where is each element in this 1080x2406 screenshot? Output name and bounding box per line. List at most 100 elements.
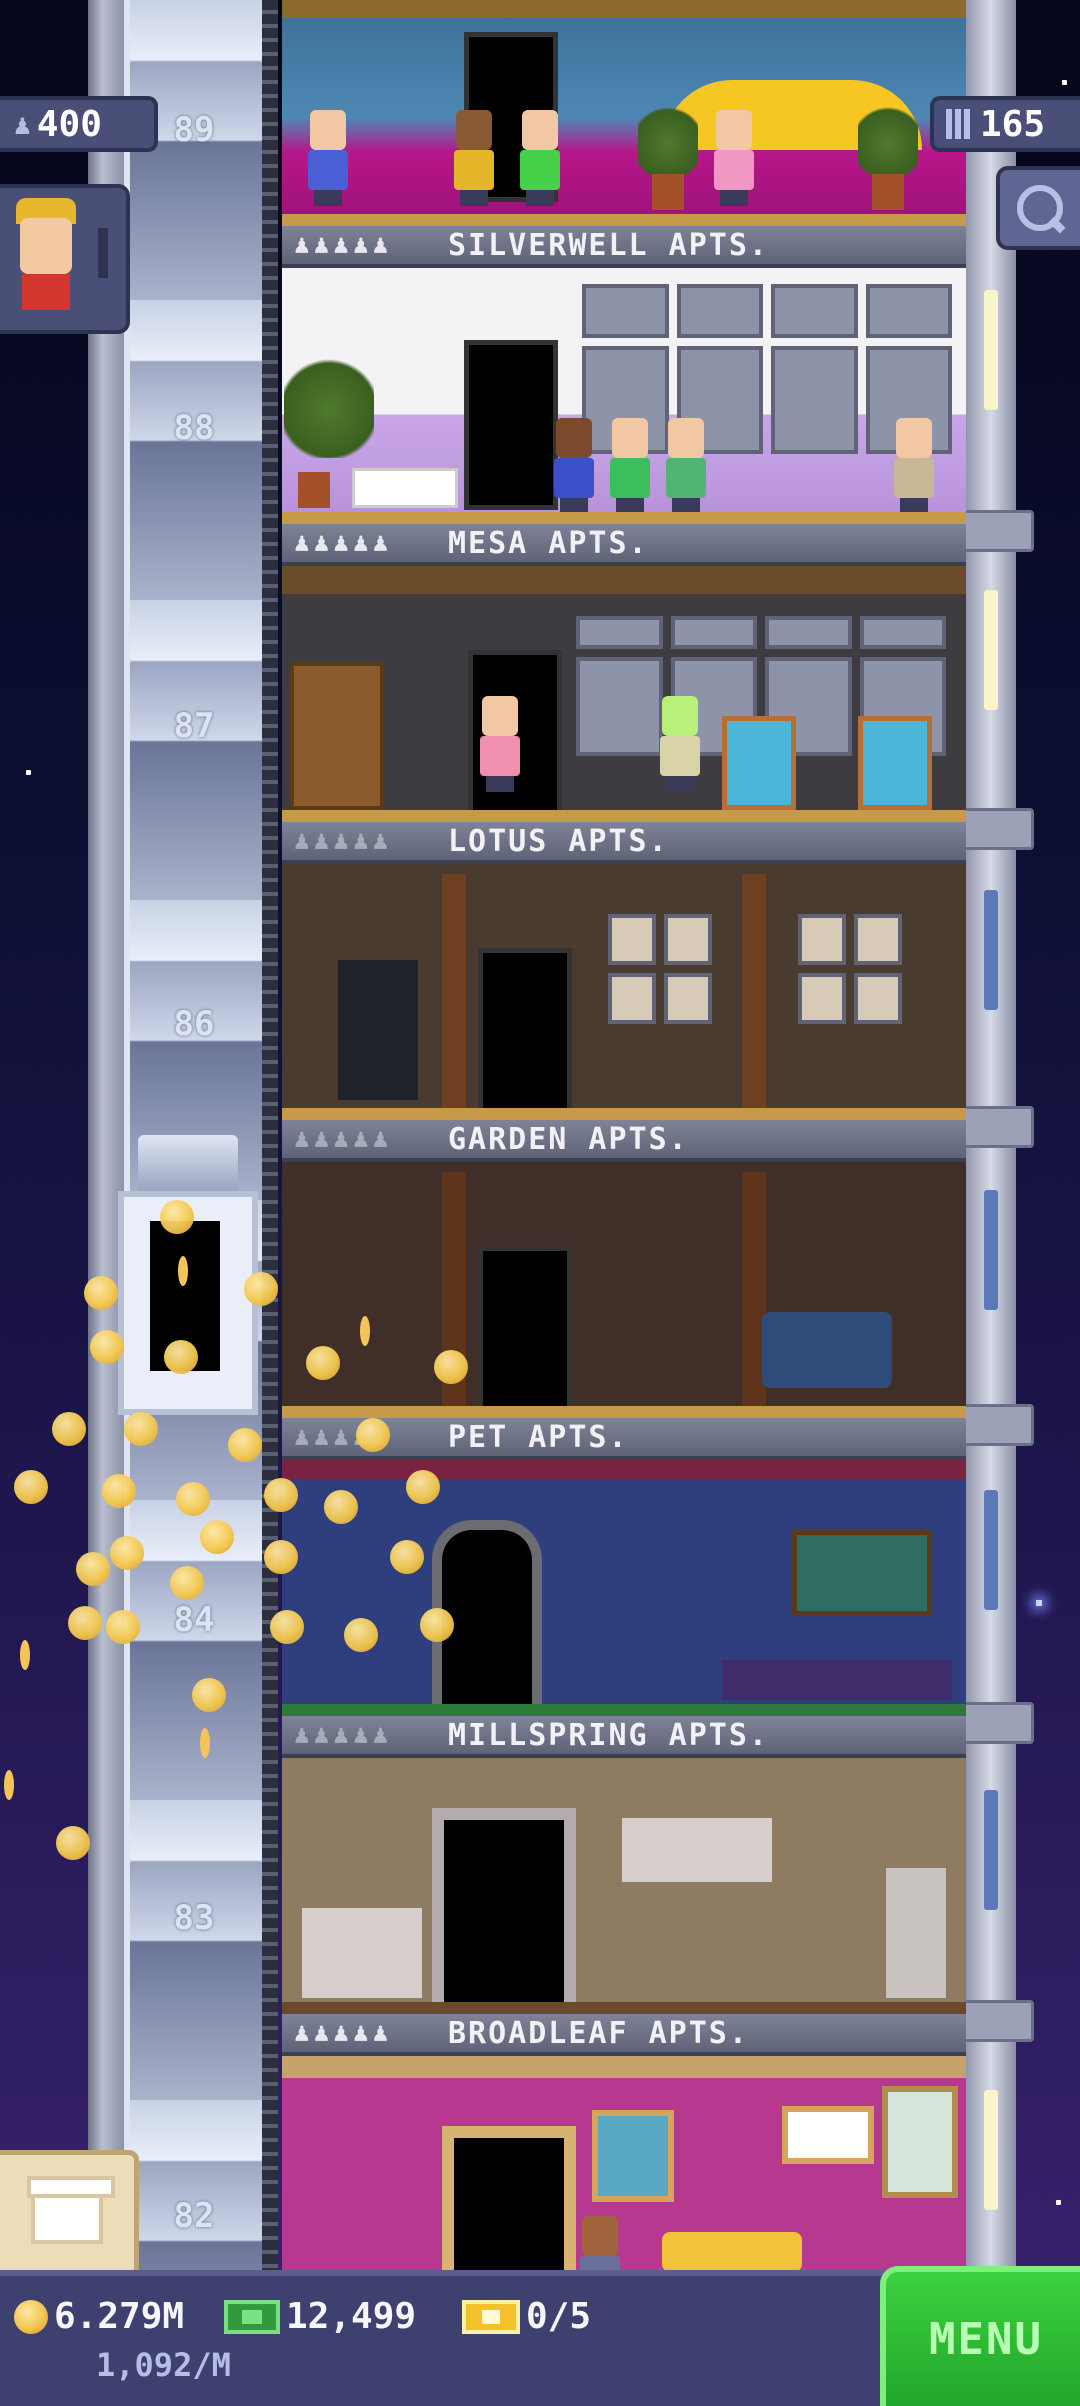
bux-counter[interactable]: 12,499 (224, 2296, 416, 2337)
coin (192, 1678, 226, 1712)
wall-cabinet (622, 1818, 772, 1882)
income-rate: 1,092/M (96, 2346, 231, 2384)
doorway[interactable] (432, 1808, 576, 2002)
floor-ledge (282, 512, 966, 524)
search-button[interactable] (996, 166, 1080, 250)
armchair (722, 716, 796, 810)
floor-garden-room[interactable] (282, 1162, 966, 1406)
floor-ledge (282, 214, 966, 226)
coins-counter[interactable]: 6.279M (14, 2296, 184, 2337)
coin (164, 1340, 198, 1374)
floor-broadleaf-room[interactable] (282, 2056, 966, 2270)
ceiling-beam (282, 566, 966, 594)
coin (420, 1608, 454, 1642)
sofa (662, 2232, 802, 2270)
box-icon (27, 2176, 115, 2244)
coin (244, 1272, 278, 1306)
coin (200, 1520, 234, 1554)
vip-visitor-button[interactable] (0, 184, 130, 334)
resident[interactable] (712, 110, 756, 206)
pillar-joint (962, 510, 1034, 552)
alert-icon (98, 228, 108, 278)
coin (56, 1826, 90, 1860)
floor-ledge (282, 2002, 966, 2014)
coin (306, 1346, 340, 1380)
floor-name: MESA APTS. (448, 526, 649, 561)
resident[interactable] (452, 110, 496, 206)
resident[interactable] (578, 2216, 622, 2270)
armchair (858, 716, 932, 810)
occupancy-icons: ♟♟♟♟♟ (294, 2018, 393, 2048)
coin (344, 1618, 378, 1652)
floor-name: LOTUS APTS. (448, 824, 669, 859)
storage-box-button[interactable] (0, 2150, 139, 2278)
bookshelf (290, 662, 384, 810)
floor-mesa[interactable] (282, 268, 966, 512)
coin (176, 1482, 210, 1516)
coin (178, 1256, 188, 1286)
tower-bux-counter[interactable]: 165 (930, 96, 1080, 152)
window (984, 1490, 998, 1610)
resident[interactable] (664, 418, 708, 512)
coin (106, 1610, 140, 1644)
pillar-joint (962, 1404, 1034, 1446)
coin (20, 1640, 30, 1670)
menu-button[interactable]: MENU (880, 2266, 1080, 2406)
window (984, 890, 998, 1010)
apartment-door[interactable] (478, 948, 572, 1108)
potted-plant (858, 90, 918, 210)
floor-lotus[interactable] (282, 566, 966, 810)
star (1056, 2200, 1061, 2205)
elevator-top (138, 1135, 238, 1191)
tower-bux-value: 165 (980, 103, 1046, 145)
magnifier-icon (1017, 185, 1063, 231)
floor-number: 83 (173, 1898, 215, 1938)
floor-silverwell[interactable] (282, 0, 966, 222)
coin-icon (14, 2299, 48, 2334)
coin (264, 1478, 298, 1512)
resident[interactable] (306, 110, 350, 206)
coin (170, 1566, 204, 1600)
lit-window (984, 590, 998, 710)
coin (90, 1330, 124, 1364)
floor-millspring-room[interactable] (282, 1758, 966, 2002)
floor-label: ♟♟♟♟♟ BROADLEAF APTS. (282, 2014, 966, 2056)
window (984, 1790, 998, 1910)
resident[interactable] (552, 418, 596, 512)
resident[interactable] (892, 418, 936, 512)
floor-number: 86 (173, 1004, 215, 1044)
coin (356, 1418, 390, 1452)
resident[interactable] (478, 696, 522, 792)
doorway[interactable] (442, 2126, 576, 2270)
pillar-joint (962, 2000, 1034, 2042)
window (984, 1190, 998, 1310)
resident[interactable] (658, 696, 702, 792)
wall-painting (592, 2110, 674, 2202)
resident[interactable] (518, 110, 562, 206)
floor-name: BROADLEAF APTS. (448, 2016, 749, 2051)
occupancy-icons: ♟♟♟♟♟ (294, 826, 393, 856)
tickets-counter[interactable]: 0/5 (462, 2296, 591, 2337)
apartment-door[interactable] (464, 340, 558, 510)
population-counter[interactable]: ♟ 400 (0, 96, 158, 152)
apartment-door[interactable] (478, 1246, 572, 1406)
floor-garden[interactable] (282, 864, 966, 1108)
pillar-joint (962, 1702, 1034, 1744)
pillar-joint (962, 1106, 1034, 1148)
star (26, 770, 31, 775)
floor-label: ♟♟♟♟♟ LOTUS APTS. (282, 822, 966, 864)
coin (68, 1606, 102, 1640)
pet-bed (722, 1660, 952, 1700)
floor-name: SILVERWELL APTS. (448, 228, 769, 263)
coin (52, 1412, 86, 1446)
coin (434, 1350, 468, 1384)
star (1036, 1600, 1042, 1606)
floor-name: MILLSPRING APTS. (448, 1718, 769, 1753)
resident[interactable] (608, 418, 652, 512)
elevator-car[interactable] (118, 1135, 258, 1415)
floor-label: ♟♟♟♟♟ MESA APTS. (282, 524, 966, 566)
coin (160, 1200, 194, 1234)
bux-value: 12,499 (286, 2296, 417, 2337)
floor-ledge (282, 1108, 966, 1120)
floor-pet-room[interactable] (282, 1460, 966, 1704)
